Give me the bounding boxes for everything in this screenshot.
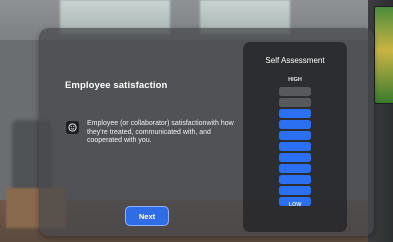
scale-level-2[interactable]: [279, 185, 311, 196]
scale-level-10[interactable]: [279, 97, 311, 108]
self-assessment-title: Self Assessment: [265, 56, 325, 65]
self-assessment-panel: Self Assessment HIGH LOW: [243, 42, 347, 232]
vr-scene: Employee satisfaction Employee (or colla…: [0, 0, 393, 242]
smiley-face-icon: [66, 121, 79, 134]
scale-low-label: LOW: [288, 202, 302, 208]
scale-level-6[interactable]: [279, 141, 311, 152]
panel-title: Employee satisfaction: [65, 80, 168, 91]
assessment-scale: [279, 87, 311, 207]
panel-description: Employee (or collaborator) satisfactionw…: [87, 120, 234, 145]
scale-level-8[interactable]: [279, 119, 311, 130]
employee-satisfaction-panel: Employee satisfaction Employee (or colla…: [39, 28, 374, 236]
scale-high-label: HIGH: [288, 77, 302, 83]
scale-level-7[interactable]: [279, 130, 311, 141]
scale-level-9[interactable]: [279, 108, 311, 119]
scale-level-4[interactable]: [279, 163, 311, 174]
scale-level-3[interactable]: [279, 174, 311, 185]
scale-level-5[interactable]: [279, 152, 311, 163]
background-poster: [374, 6, 393, 104]
scale-level-11[interactable]: [279, 87, 311, 97]
next-button[interactable]: Next: [125, 206, 169, 226]
